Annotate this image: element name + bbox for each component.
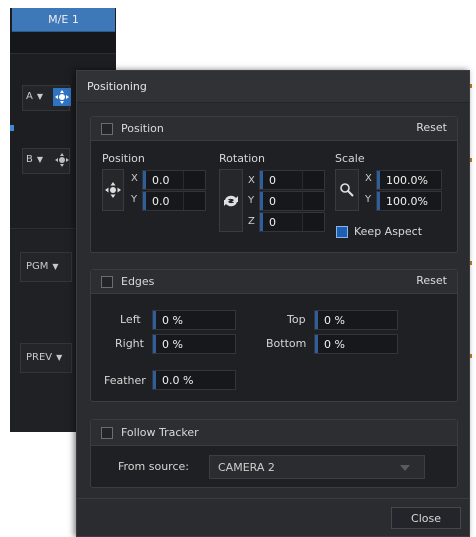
edges-section-header: Edges Reset (91, 270, 457, 294)
edge-indicator (470, 84, 472, 88)
follow-tracker-header: Follow Tracker (91, 420, 457, 446)
me-tab[interactable]: M/E 1 (12, 8, 115, 32)
feather-label: Feather (104, 374, 146, 387)
rotation-x-axis-label: X (248, 175, 255, 186)
field-spin[interactable] (183, 192, 205, 210)
edges-reset-button[interactable]: Reset (416, 274, 447, 287)
rotation-x-field[interactable]: 0 (259, 170, 325, 190)
from-source-label: From source: (118, 460, 189, 473)
scale-y-axis-label: Y (365, 194, 372, 205)
prev-label: PREV (26, 352, 53, 363)
move-icon-active[interactable] (53, 88, 71, 106)
positioning-dialog: Positioning Position Reset Position Rota… (76, 70, 470, 537)
rotation-label: Rotation (219, 152, 266, 165)
chevron-down-icon: ▼ (52, 262, 59, 271)
magnify-icon[interactable] (335, 169, 359, 211)
keep-aspect-label: Keep Aspect (354, 225, 423, 238)
row-b-label: B (26, 154, 33, 165)
rotation-y-field[interactable]: 0 (259, 191, 325, 211)
position-reset-button[interactable]: Reset (416, 121, 447, 134)
scale-x-value: 100.0% (386, 173, 428, 187)
position-y-axis-label: Y (131, 194, 138, 205)
keep-aspect-checkbox[interactable] (336, 225, 348, 238)
row-a-dropdown[interactable]: A ▼ (26, 91, 43, 102)
position-y-field[interactable]: 0.0 (142, 191, 206, 211)
follow-tracker-title: Follow Tracker (121, 426, 199, 439)
move-icon[interactable] (102, 169, 124, 211)
position-enable-checkbox[interactable] (101, 122, 113, 135)
left-label: Left (120, 313, 141, 326)
row-b-dropdown[interactable]: B ▼ (26, 154, 43, 165)
dialog-footer: Close (77, 498, 469, 536)
pgm-label: PGM (26, 261, 49, 272)
row-a-label: A (26, 91, 33, 102)
position-x-axis-label: X (131, 173, 138, 184)
rotation-z-field[interactable]: 0 (259, 212, 325, 232)
rotation-y-value: 0 (269, 194, 276, 208)
left-edge-value: 0 % (162, 313, 183, 327)
position-label: Position (102, 152, 145, 165)
field-spin[interactable] (302, 171, 324, 189)
keep-aspect-toggle[interactable]: Keep Aspect (336, 225, 422, 238)
position-x-value: 0.0 (152, 173, 170, 187)
me-tab-strip (10, 32, 116, 54)
edges-section-title: Edges (121, 275, 155, 288)
rotate-icon[interactable] (219, 169, 243, 232)
edge-indicator (470, 354, 472, 358)
scale-x-axis-label: X (365, 173, 372, 184)
rotation-x-value: 0 (269, 173, 276, 187)
prev-dropdown[interactable]: PREV ▼ (26, 352, 62, 363)
right-edge-value: 0 % (162, 337, 183, 351)
scale-x-field[interactable]: 100.0% (376, 170, 442, 190)
rotation-z-axis-label: Z (248, 216, 255, 227)
bottom-label: Bottom (266, 337, 307, 350)
edge-indicator (470, 261, 472, 265)
feather-value: 0.0 % (162, 373, 194, 387)
right-edge-field[interactable]: 0 % (152, 334, 236, 354)
position-x-field[interactable]: 0.0 (142, 170, 206, 190)
feather-field[interactable]: 0.0 % (152, 370, 236, 390)
field-spin[interactable] (183, 171, 205, 189)
move-icon[interactable] (53, 151, 71, 169)
bottom-edge-field[interactable]: 0 % (314, 334, 398, 354)
chevron-down-icon (400, 465, 410, 471)
rotation-z-value: 0 (269, 215, 276, 229)
position-section: Position Reset Position Rotation Scale X… (90, 116, 458, 253)
top-edge-value: 0 % (324, 313, 345, 327)
position-section-header: Position Reset (91, 117, 457, 141)
scale-y-field[interactable]: 100.0% (376, 191, 442, 211)
follow-tracker-section: Follow Tracker From source: CAMERA 2 (90, 419, 458, 488)
close-button[interactable]: Close (391, 507, 461, 529)
bottom-edge-value: 0 % (324, 337, 345, 351)
edges-enable-checkbox[interactable] (101, 275, 113, 288)
source-select-value: CAMERA 2 (218, 460, 275, 474)
left-edge-field[interactable]: 0 % (152, 310, 236, 330)
scale-label: Scale (335, 152, 365, 165)
rotation-y-axis-label: Y (248, 195, 255, 206)
follow-tracker-checkbox[interactable] (101, 426, 113, 439)
pgm-dropdown[interactable]: PGM ▼ (26, 261, 59, 272)
dialog-title: Positioning (77, 71, 469, 103)
chevron-down-icon: ▼ (36, 155, 44, 164)
chevron-down-icon: ▼ (36, 92, 43, 101)
selection-marker (10, 125, 14, 131)
top-label: Top (287, 313, 306, 326)
chevron-down-icon: ▼ (56, 353, 63, 362)
top-edge-field[interactable]: 0 % (314, 310, 398, 330)
field-spin[interactable] (302, 213, 324, 231)
source-select[interactable]: CAMERA 2 (209, 455, 425, 479)
edges-section: Edges Reset Left 0 % Right 0 % Top 0 % B… (90, 269, 458, 402)
field-spin[interactable] (302, 192, 324, 210)
position-section-title: Position (121, 122, 164, 135)
right-label: Right (115, 337, 144, 350)
scale-y-value: 100.0% (386, 194, 428, 208)
position-y-value: 0.0 (152, 194, 170, 208)
edge-indicator (470, 158, 472, 162)
